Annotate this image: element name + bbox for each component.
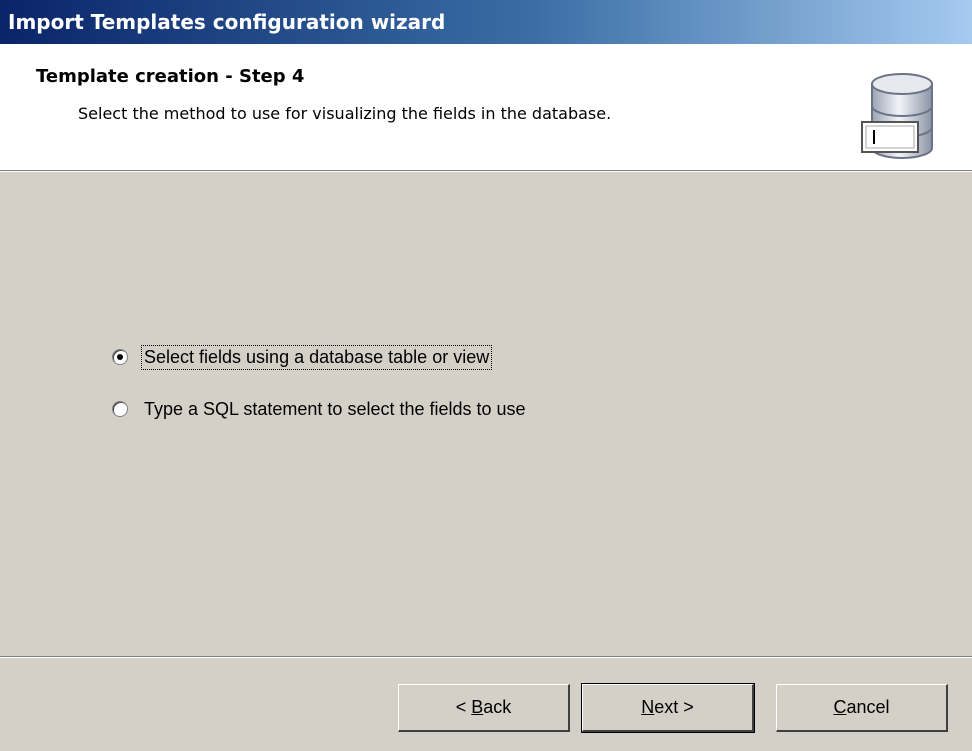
next-button[interactable]: Next >: [581, 683, 755, 733]
cancel-button-mnemonic: C: [833, 697, 847, 717]
back-button[interactable]: < Back: [398, 684, 570, 732]
database-icon: [861, 73, 933, 159]
step-description: Select the method to use for visualizing…: [78, 104, 612, 123]
option-table-or-view[interactable]: Select fields using a database table or …: [112, 342, 528, 372]
step-title: Template creation - Step 4: [36, 66, 305, 87]
radio-sql-statement[interactable]: [112, 401, 128, 417]
window-title: Import Templates configuration wizard: [0, 0, 972, 44]
back-button-rest: ack: [483, 697, 512, 717]
option-table-or-view-label[interactable]: Select fields using a database table or …: [140, 344, 493, 370]
back-button-mnemonic: B: [471, 697, 484, 717]
option-sql-statement[interactable]: Type a SQL statement to select the field…: [112, 394, 528, 424]
method-options: Select fields using a database table or …: [112, 342, 528, 446]
next-button-mnemonic: N: [641, 697, 655, 717]
back-button-prefix: <: [455, 697, 472, 717]
wizard-header: Template creation - Step 4 Select the me…: [0, 44, 972, 171]
radio-table-or-view[interactable]: [112, 349, 128, 365]
footer-separator: [0, 656, 972, 658]
cancel-button[interactable]: Cancel: [776, 684, 948, 732]
cancel-button-rest: ancel: [846, 697, 890, 717]
next-button-rest: ext >: [654, 697, 694, 717]
option-sql-statement-label[interactable]: Type a SQL statement to select the field…: [142, 398, 528, 421]
